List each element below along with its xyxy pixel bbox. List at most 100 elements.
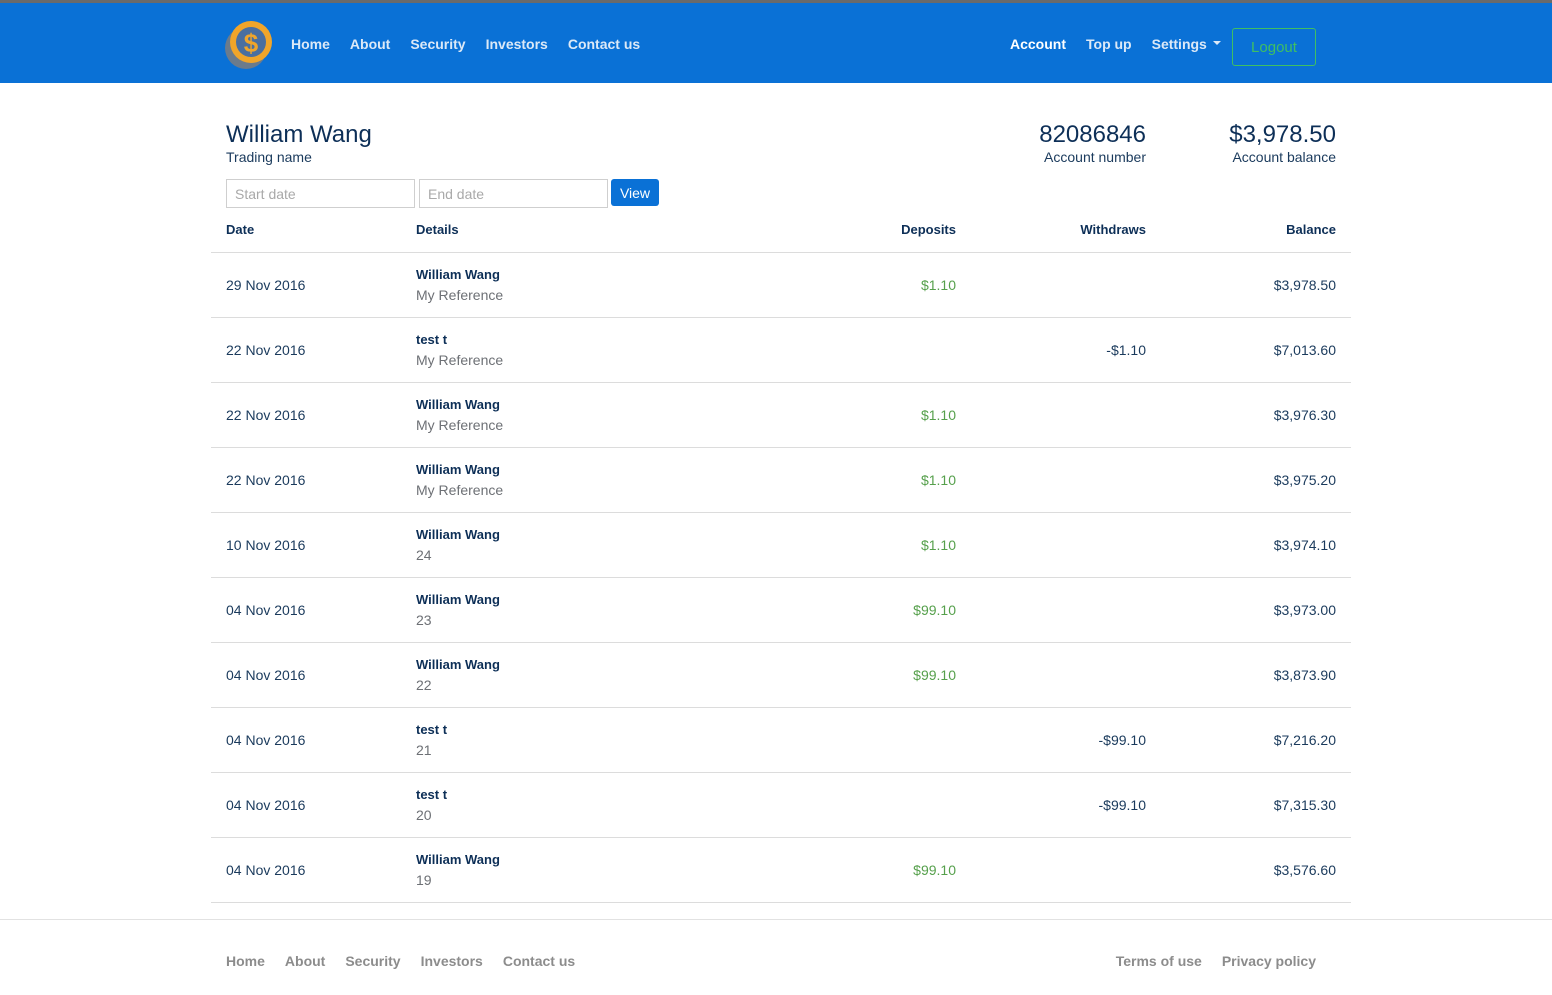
- table-row: 04 Nov 2016 test t 21 -$99.10 $7,216.20: [211, 708, 1351, 773]
- account-nav: Account Top up Settings: [1010, 36, 1221, 52]
- nav-security[interactable]: Security: [410, 36, 465, 52]
- table-row: 22 Nov 2016 test t My Reference -$1.10 $7,01…: [211, 318, 1351, 383]
- footer-legal: Terms of use Privacy policy: [1116, 953, 1316, 969]
- nav-about[interactable]: About: [350, 36, 390, 52]
- row-balance: $7,013.60: [1273, 342, 1336, 358]
- table-row: 04 Nov 2016 William Wang 23 $99.10 $3,973.00: [211, 578, 1351, 643]
- account-number-value: 82086846: [1039, 121, 1146, 148]
- row-payee-name: test t: [416, 332, 448, 347]
- account-number-label: Account number: [1044, 149, 1146, 165]
- row-payee-name: test t: [416, 787, 448, 802]
- nav-top-up[interactable]: Top up: [1086, 36, 1132, 52]
- row-balance: $3,978.50: [1273, 277, 1336, 293]
- row-deposit: $99.10: [913, 862, 956, 878]
- row-payee-name: test t: [416, 722, 448, 737]
- row-date: 04 Nov 2016: [226, 862, 306, 878]
- footer-divider: [0, 919, 1552, 920]
- nav-account[interactable]: Account: [1010, 36, 1066, 52]
- main-nav: Home About Security Investors Contact us: [291, 36, 640, 52]
- caret-down-icon: [1212, 41, 1221, 46]
- footer-home[interactable]: Home: [226, 953, 265, 969]
- transactions-table: 29 Nov 2016 William Wang My Reference $1.10…: [211, 253, 1351, 903]
- footer-nav: Home About Security Investors Contact us: [226, 953, 575, 969]
- row-balance: $7,315.30: [1273, 797, 1336, 813]
- row-date: 22 Nov 2016: [226, 407, 306, 423]
- account-balance-label: Account balance: [1232, 149, 1336, 165]
- row-reference: 23: [416, 612, 432, 628]
- row-withdraw: -$1.10: [1106, 342, 1146, 358]
- row-payee-name: William Wang: [416, 267, 500, 282]
- column-header-deposits: Deposits: [901, 222, 956, 237]
- row-balance: $7,216.20: [1273, 732, 1336, 748]
- row-balance: $3,974.10: [1273, 537, 1336, 553]
- row-balance: $3,975.20: [1273, 472, 1336, 488]
- row-payee-name: William Wang: [416, 592, 500, 607]
- row-date: 04 Nov 2016: [226, 732, 306, 748]
- nav-contact-us[interactable]: Contact us: [568, 36, 640, 52]
- column-header-balance: Balance: [1286, 222, 1336, 237]
- column-header-details: Details: [416, 222, 459, 237]
- account-balance-value: $3,978.50: [1229, 121, 1336, 148]
- row-date: 10 Nov 2016: [226, 537, 306, 553]
- table-row: 22 Nov 2016 William Wang My Reference $1.10…: [211, 448, 1351, 513]
- row-deposit: $1.10: [920, 407, 956, 423]
- end-date-input[interactable]: [419, 179, 608, 208]
- column-header-withdraws: Withdraws: [1080, 222, 1146, 237]
- row-date: 22 Nov 2016: [226, 342, 306, 358]
- footer-about[interactable]: About: [285, 953, 325, 969]
- row-deposit: $1.10: [920, 537, 956, 553]
- footer-contact-us[interactable]: Contact us: [503, 953, 575, 969]
- table-row: 10 Nov 2016 William Wang 24 $1.10 $3,974.10: [211, 513, 1351, 578]
- nav-settings-dropdown[interactable]: Settings: [1152, 36, 1221, 52]
- top-navbar: $ Home About Security Investors Contact …: [0, 0, 1552, 83]
- trading-name-value: William Wang: [226, 121, 372, 148]
- row-payee-name: William Wang: [416, 657, 500, 672]
- row-reference: 22: [416, 677, 432, 693]
- trading-name-label: Trading name: [226, 149, 312, 165]
- row-withdraw: -$99.10: [1098, 732, 1146, 748]
- row-reference: 20: [416, 807, 432, 823]
- row-reference: 21: [416, 742, 432, 758]
- row-date: 04 Nov 2016: [226, 667, 306, 683]
- nav-investors[interactable]: Investors: [486, 36, 548, 52]
- row-balance: $3,873.90: [1273, 667, 1336, 683]
- row-date: 04 Nov 2016: [226, 602, 306, 618]
- row-date: 29 Nov 2016: [226, 277, 306, 293]
- row-payee-name: William Wang: [416, 852, 500, 867]
- nav-home[interactable]: Home: [291, 36, 330, 52]
- row-reference: My Reference: [416, 482, 504, 498]
- row-date: 04 Nov 2016: [226, 797, 306, 813]
- footer-privacy-policy[interactable]: Privacy policy: [1222, 953, 1316, 969]
- table-row: 22 Nov 2016 William Wang My Reference $1.10…: [211, 383, 1351, 448]
- row-deposit: $99.10: [913, 602, 956, 618]
- row-reference: My Reference: [416, 287, 504, 303]
- row-deposit: $99.10: [913, 667, 956, 683]
- row-payee-name: William Wang: [416, 462, 500, 477]
- start-date-input[interactable]: [226, 179, 415, 208]
- column-header-date: Date: [226, 222, 255, 237]
- footer-investors[interactable]: Investors: [421, 953, 483, 969]
- dollar-coin-logo-icon[interactable]: $: [224, 15, 276, 75]
- table-row: 04 Nov 2016 test t 20 -$99.10 $7,315.30: [211, 773, 1351, 838]
- row-balance: $3,973.00: [1273, 602, 1336, 618]
- row-deposit: $1.10: [920, 472, 956, 488]
- row-deposit: $1.10: [920, 277, 956, 293]
- row-reference: 24: [416, 547, 432, 563]
- logout-button[interactable]: Logout: [1232, 28, 1316, 66]
- svg-text:$: $: [244, 28, 259, 58]
- footer-security[interactable]: Security: [345, 953, 400, 969]
- row-balance: $3,576.60: [1273, 862, 1336, 878]
- table-row: 04 Nov 2016 William Wang 22 $99.10 $3,873.90: [211, 643, 1351, 708]
- row-reference: My Reference: [416, 352, 504, 368]
- footer-terms-of-use[interactable]: Terms of use: [1116, 953, 1202, 969]
- table-row: 29 Nov 2016 William Wang My Reference $1.10…: [211, 253, 1351, 318]
- row-date: 22 Nov 2016: [226, 472, 306, 488]
- row-reference: 19: [416, 872, 432, 888]
- row-reference: My Reference: [416, 417, 504, 433]
- view-button[interactable]: View: [611, 179, 659, 206]
- row-payee-name: William Wang: [416, 527, 500, 542]
- row-balance: $3,976.30: [1273, 407, 1336, 423]
- row-payee-name: William Wang: [416, 397, 500, 412]
- table-row: 04 Nov 2016 William Wang 19 $99.10 $3,576.60: [211, 838, 1351, 903]
- nav-settings-label: Settings: [1151, 36, 1207, 52]
